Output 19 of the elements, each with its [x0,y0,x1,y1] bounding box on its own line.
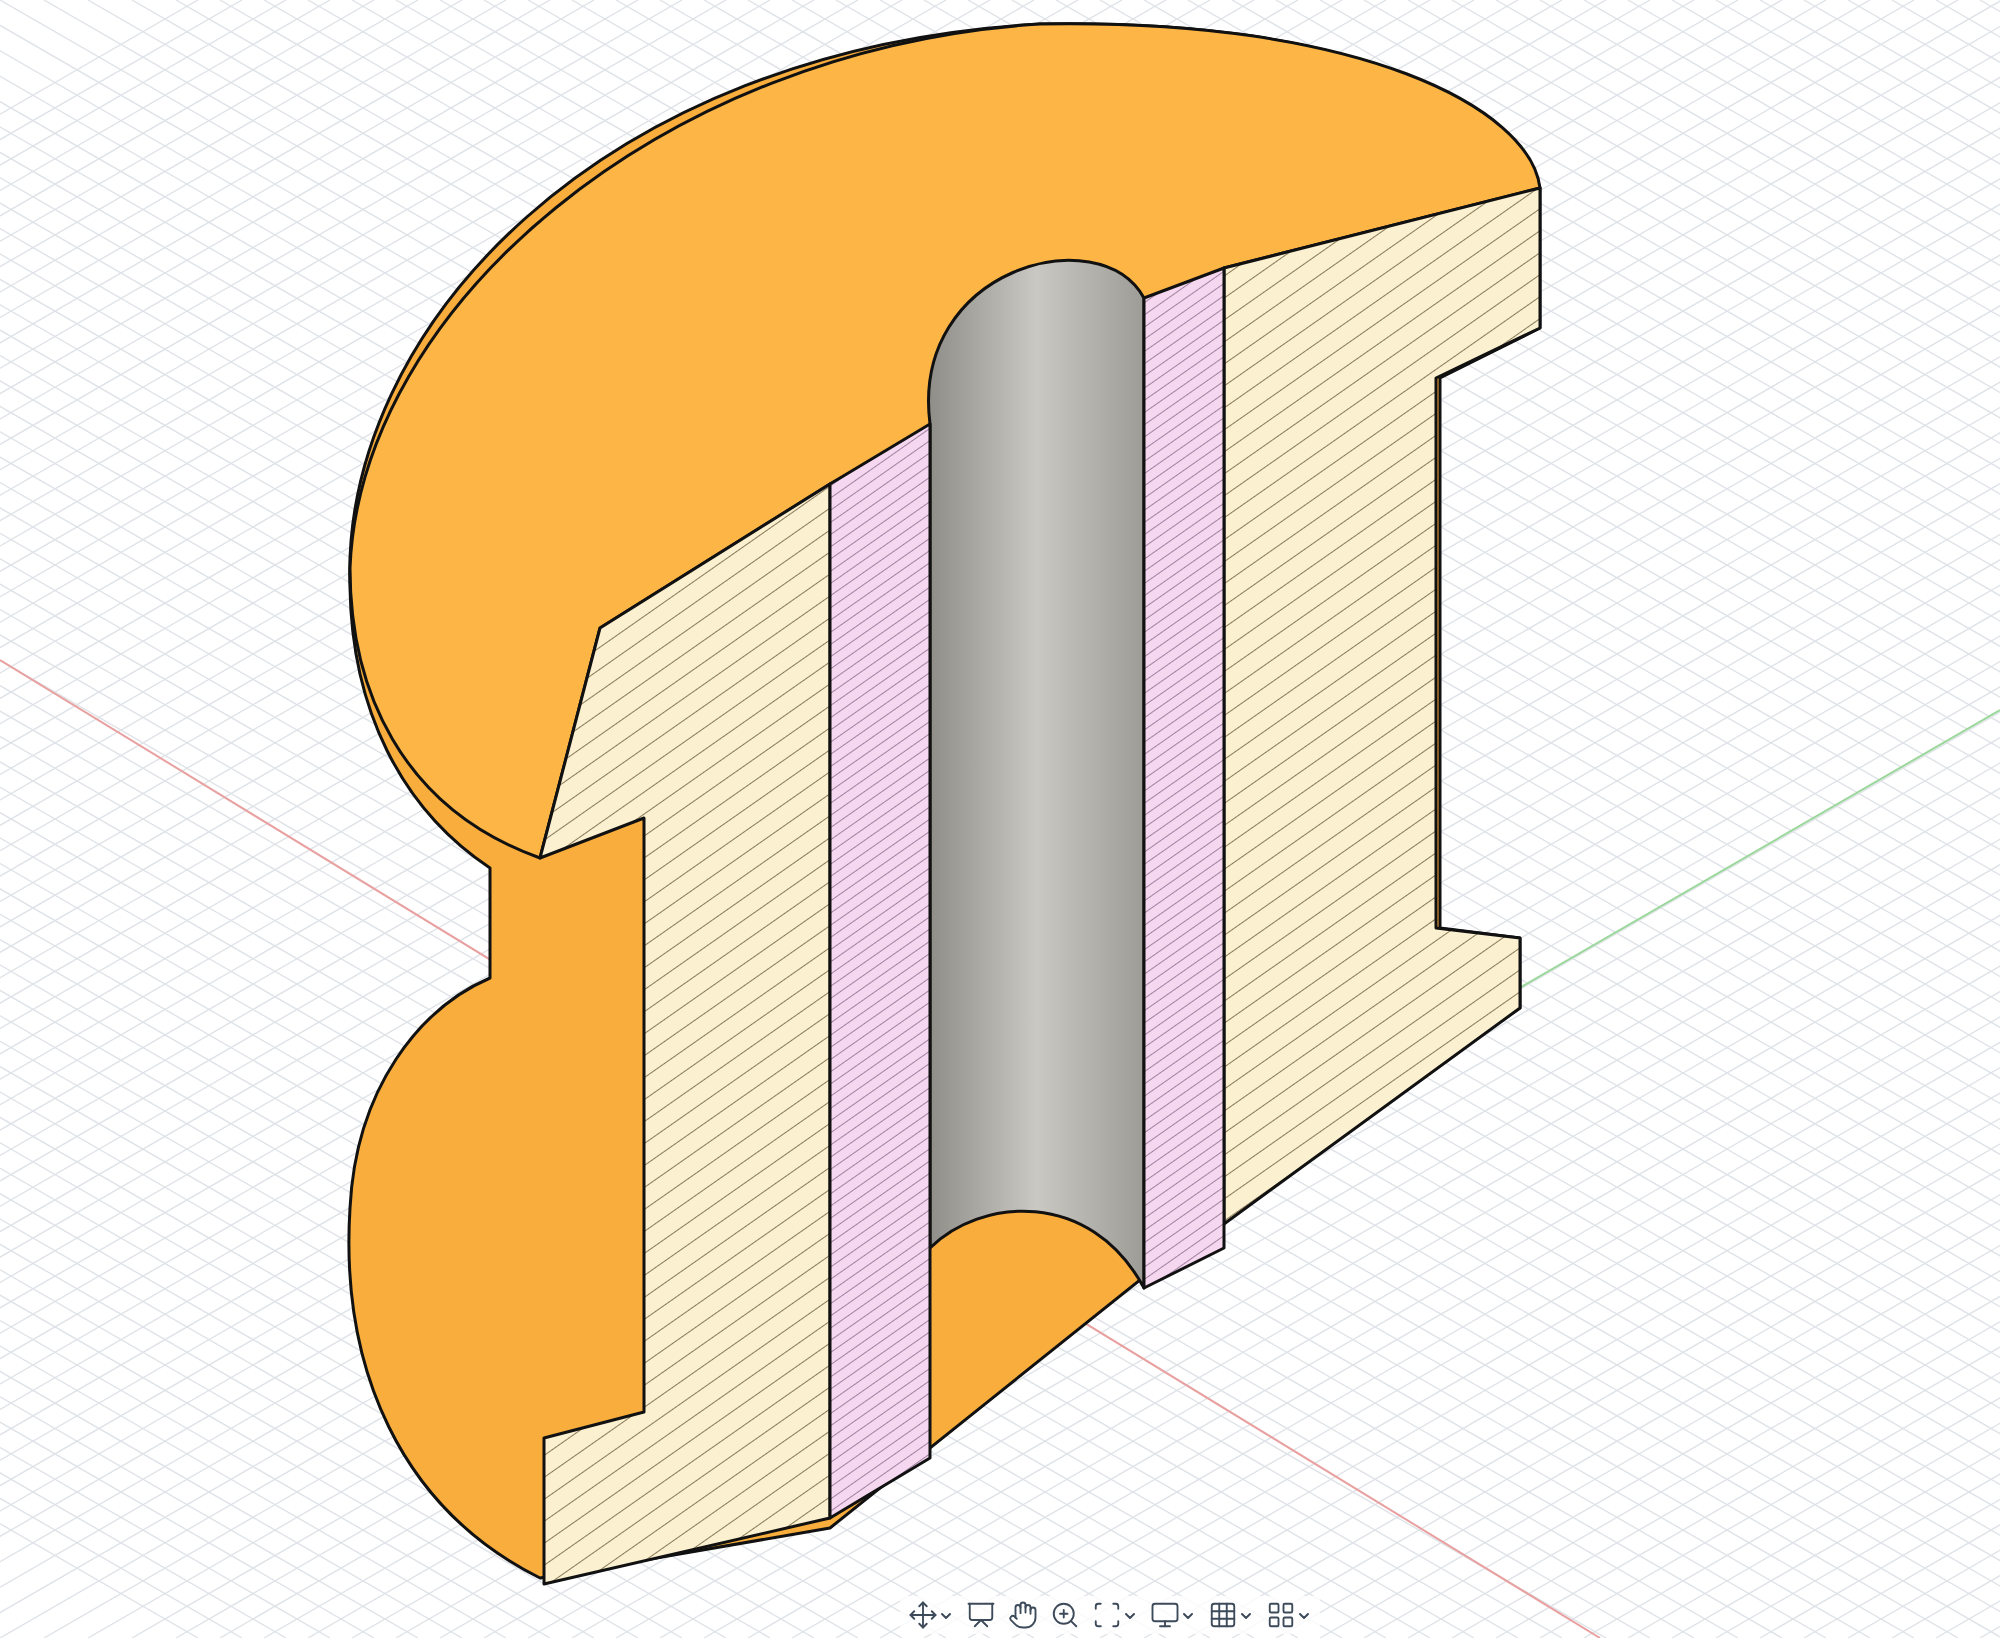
caret-icon [1296,1607,1312,1623]
hand-icon [1008,1600,1038,1630]
toolbar-button[interactable] [1208,1600,1254,1630]
viewports-icon [1266,1600,1296,1630]
caret-icon [1180,1607,1196,1623]
fit-icon [1092,1600,1122,1630]
toolbar-button[interactable] [1008,1600,1038,1630]
toolbar-button[interactable] [1150,1600,1196,1630]
toolbar-button[interactable] [908,1600,954,1630]
orbit-icon [908,1600,938,1630]
zoom-icon [1050,1600,1080,1630]
caret-icon [1238,1607,1254,1623]
toolbar-button[interactable] [1266,1600,1312,1630]
caret-icon [938,1607,954,1623]
toolbar-button[interactable] [1050,1600,1080,1630]
caret-icon [1122,1607,1138,1623]
toolbar-button[interactable] [1092,1600,1138,1630]
monitor-icon [1150,1600,1180,1630]
grid-icon [1208,1600,1238,1630]
